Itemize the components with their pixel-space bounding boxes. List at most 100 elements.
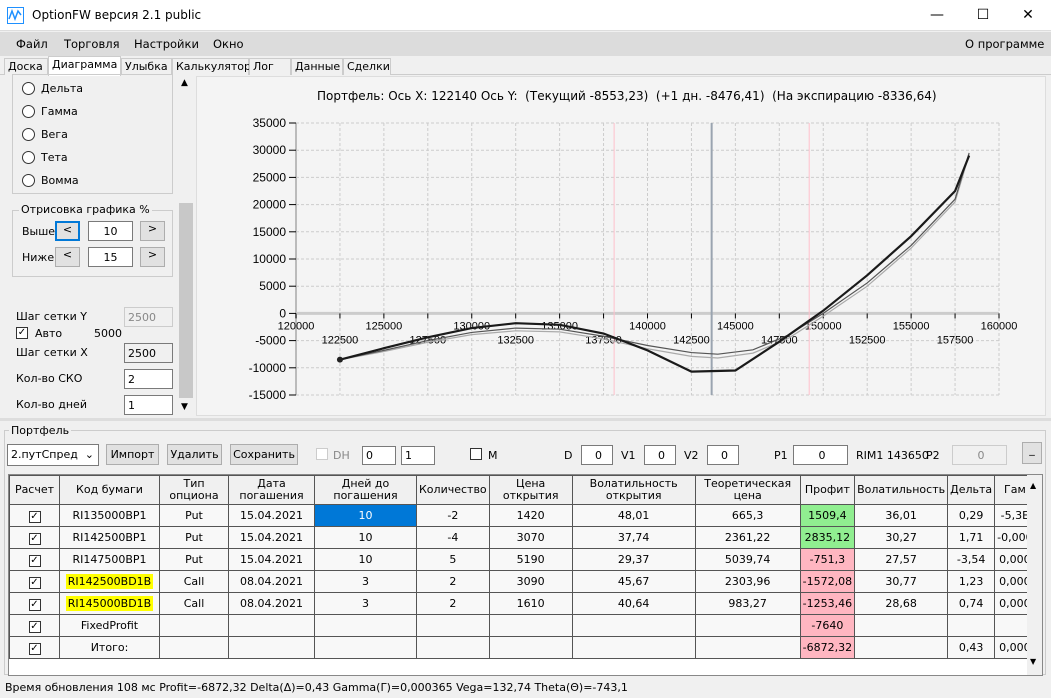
delete-button[interactable]: Удалить — [167, 444, 222, 465]
scroll-down-icon[interactable]: ▼ — [181, 402, 188, 412]
table-row[interactable]: ✓ FixedProfit -7640 — [9, 614, 1036, 637]
table-cell[interactable]: 5190 — [488, 548, 573, 571]
table-cell[interactable] — [947, 614, 996, 637]
table-cell[interactable] — [488, 614, 573, 637]
table-cell[interactable]: 2303,96 — [694, 570, 801, 593]
table-cell[interactable]: RI135000BP1 — [59, 504, 160, 527]
grid-x-input[interactable]: 2500 — [124, 343, 173, 363]
import-button[interactable]: Импорт — [106, 444, 159, 465]
table-cell[interactable]: Put — [159, 504, 229, 527]
table-cell[interactable]: RI145000BD1B — [59, 592, 160, 615]
dh-checkbox[interactable] — [316, 448, 328, 460]
table-scrollbar[interactable]: ▲ ▼ — [1027, 475, 1042, 675]
table-cell[interactable]: 2 — [416, 570, 490, 593]
column-header[interactable]: Профит — [799, 475, 856, 505]
table-cell[interactable]: 36,01 — [854, 504, 949, 527]
radio-vega[interactable] — [22, 128, 35, 141]
small-button[interactable]: _ — [1022, 442, 1042, 464]
table-cell[interactable]: 1610 — [488, 592, 573, 615]
table-cell[interactable]: 37,74 — [571, 526, 696, 549]
table-cell[interactable]: Call — [159, 592, 229, 615]
table-cell[interactable]: -751,3 — [799, 548, 856, 571]
table-cell[interactable] — [854, 636, 949, 659]
table-cell[interactable]: 2361,22 — [694, 526, 801, 549]
table-cell[interactable]: 28,68 — [854, 592, 949, 615]
maximize-button[interactable]: ☐ — [960, 0, 1006, 31]
column-header[interactable]: Тип опциона — [159, 475, 229, 505]
calc-checkbox[interactable]: ✓ — [28, 532, 41, 545]
tab-diagram[interactable]: Диаграмма — [48, 56, 121, 76]
column-header[interactable]: Дата погашения — [228, 475, 315, 505]
table-cell[interactable] — [314, 636, 417, 659]
table-cell[interactable]: 29,37 — [571, 548, 696, 571]
menu-window[interactable]: Окно — [213, 37, 244, 51]
days-input[interactable]: 1 — [124, 395, 173, 415]
menu-trade[interactable]: Торговля — [64, 37, 119, 51]
menu-about[interactable]: О программе — [965, 37, 1044, 51]
v2-input[interactable]: 0 — [707, 445, 739, 465]
calc-checkbox[interactable]: ✓ — [28, 598, 41, 611]
table-row[interactable]: ✓ RI145000BD1B Call 08.04.2021 3 2 1610 40,64 98… — [9, 592, 1036, 615]
table-cell[interactable]: 0,29 — [947, 504, 996, 527]
table-cell[interactable]: 1420 — [488, 504, 573, 527]
table-cell[interactable]: 15.04.2021 — [228, 548, 315, 571]
menu-settings[interactable]: Настройки — [134, 37, 199, 51]
p2-input[interactable]: 0 — [952, 445, 1007, 465]
auto-checkbox[interactable]: ✓ — [16, 327, 28, 339]
table-row[interactable]: ✓ RI147500BP1 Put 15.04.2021 10 5 5190 29,37 503… — [9, 548, 1036, 571]
below-decrease-button[interactable]: < — [55, 247, 80, 267]
table-row[interactable]: ✓ RI142500BP1 Put 15.04.2021 10 -4 3070 37,74 23… — [9, 526, 1036, 549]
close-button[interactable]: ✕ — [1005, 0, 1051, 31]
table-cell[interactable]: 3 — [314, 592, 417, 615]
table-cell[interactable]: 15.04.2021 — [228, 504, 315, 527]
table-cell[interactable]: 5039,74 — [694, 548, 801, 571]
sko-input[interactable]: 2 — [124, 369, 173, 389]
table-cell[interactable]: 0,43 — [947, 636, 996, 659]
portfolio-select[interactable]: 2.путСпред ⌄ — [7, 444, 99, 466]
grid-y-input[interactable]: 2500 — [124, 307, 173, 327]
table-cell[interactable]: -1572,08 — [799, 570, 856, 593]
tab-data[interactable]: Данные — [291, 58, 343, 75]
tab-board[interactable]: Доска — [4, 58, 48, 75]
calc-checkbox-cell[interactable]: ✓ — [9, 592, 60, 615]
table-cell[interactable]: 3090 — [488, 570, 573, 593]
table-cell[interactable] — [571, 614, 696, 637]
table-cell[interactable]: 1,23 — [947, 570, 996, 593]
above-decrease-button[interactable]: < — [55, 221, 80, 241]
table-cell[interactable]: 30,77 — [854, 570, 949, 593]
minimize-button[interactable]: — — [914, 0, 960, 31]
radio-delta[interactable] — [22, 82, 35, 95]
tab-log[interactable]: Лог — [249, 58, 291, 75]
d-input[interactable]: 0 — [581, 445, 613, 465]
table-cell[interactable] — [854, 614, 949, 637]
v1-input[interactable]: 0 — [644, 445, 676, 465]
table-cell[interactable]: 45,67 — [571, 570, 696, 593]
spin-0[interactable]: 0 — [362, 446, 396, 465]
column-header[interactable]: Волатильность — [854, 475, 949, 505]
table-cell[interactable] — [694, 636, 801, 659]
table-cell[interactable]: 30,27 — [854, 526, 949, 549]
table-row[interactable]: ✓ RI135000BP1 Put 15.04.2021 10 -2 1420 48,01 66… — [9, 504, 1036, 527]
table-cell[interactable]: 15.04.2021 — [228, 526, 315, 549]
column-header[interactable]: Волатильность открытия — [571, 475, 696, 505]
save-button[interactable]: Сохранить — [230, 444, 298, 465]
table-cell[interactable]: Put — [159, 548, 229, 571]
table-cell[interactable] — [159, 636, 229, 659]
table-row[interactable]: ✓ Итого: -6872,32 0,43 0,000 — [9, 636, 1036, 659]
calc-checkbox-cell[interactable]: ✓ — [9, 570, 60, 593]
calc-checkbox[interactable]: ✓ — [28, 510, 41, 523]
radio-vomma[interactable] — [22, 174, 35, 187]
scroll-up-icon[interactable]: ▲ — [1030, 481, 1036, 490]
table-cell[interactable]: -2 — [416, 504, 490, 527]
calc-checkbox-cell[interactable]: ✓ — [9, 548, 60, 571]
radio-gamma[interactable] — [22, 105, 35, 118]
below-increase-button[interactable]: > — [140, 247, 165, 267]
calc-checkbox[interactable]: ✓ — [28, 554, 41, 567]
table-cell[interactable]: Call — [159, 570, 229, 593]
table-cell[interactable]: -6872,32 — [799, 636, 856, 659]
table-cell[interactable]: 2835,12 — [799, 526, 856, 549]
scrollbar-thumb[interactable] — [179, 203, 193, 398]
table-cell[interactable]: Put — [159, 526, 229, 549]
table-cell[interactable]: 10 — [314, 504, 417, 527]
spin-1[interactable]: 1 — [401, 446, 435, 465]
